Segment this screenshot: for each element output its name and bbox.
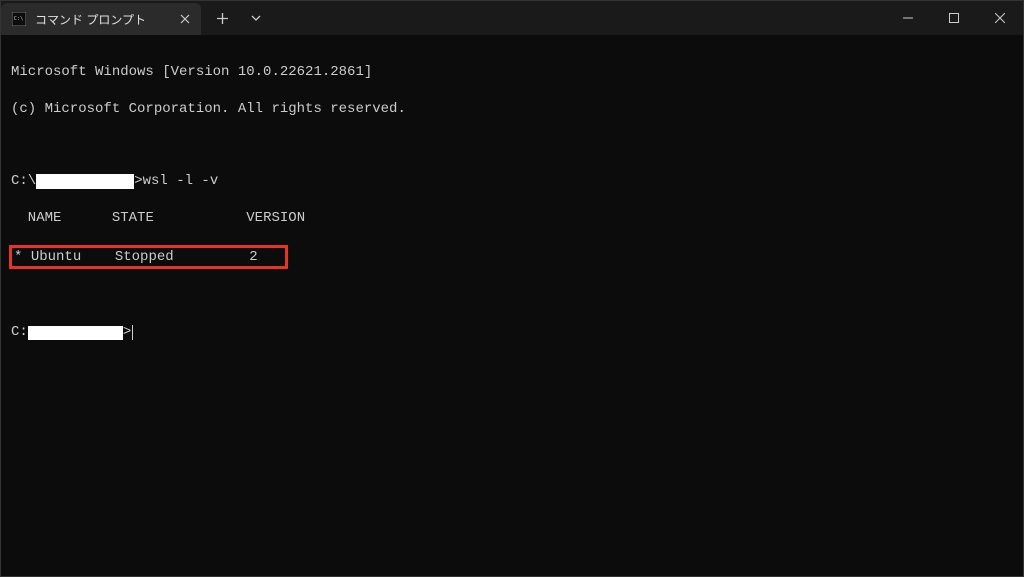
window-controls — [885, 1, 1023, 35]
titlebar-left: C:\ コマンド プロンプト — [1, 1, 271, 35]
wsl-row-line: * Ubuntu Stopped 2 — [11, 245, 1013, 269]
row-version: 2 — [249, 249, 257, 265]
redacted-path-1 — [36, 174, 134, 189]
terminal-content[interactable]: Microsoft Windows [Version 10.0.22621.28… — [1, 35, 1023, 370]
blank-line — [11, 136, 1013, 154]
redacted-path-2 — [28, 326, 123, 340]
prompt-line-1: C:\ >wsl -l -v — [11, 172, 1013, 190]
tab-title: コマンド プロンプト — [35, 11, 169, 28]
prompt2-prefix: C: — [11, 324, 28, 340]
terminal-cursor — [132, 325, 133, 340]
tab-actions — [207, 4, 271, 32]
wsl-header-line: NAME STATE VERSION — [11, 209, 1013, 227]
svg-text:C:\: C:\ — [14, 16, 23, 22]
blank-line-2 — [11, 287, 1013, 305]
terminal-tab[interactable]: C:\ コマンド プロンプト — [1, 3, 201, 35]
close-window-button[interactable] — [977, 1, 1023, 35]
prompt1-prefix: C:\ — [11, 173, 36, 189]
prompt-line-2: C: > — [11, 323, 1013, 341]
col-version: VERSION — [246, 210, 305, 226]
version-line: Microsoft Windows [Version 10.0.22621.28… — [11, 63, 1013, 81]
maximize-button[interactable] — [931, 1, 977, 35]
copyright-line: (c) Microsoft Corporation. All rights re… — [11, 100, 1013, 118]
minimize-button[interactable] — [885, 1, 931, 35]
new-tab-button[interactable] — [207, 4, 237, 32]
cmd-icon: C:\ — [11, 11, 27, 27]
row-name: Ubuntu — [31, 249, 81, 265]
prompt2-suffix: > — [123, 324, 131, 340]
tab-dropdown-button[interactable] — [241, 4, 271, 32]
row-marker: * — [14, 249, 22, 265]
col-name: NAME — [11, 210, 61, 226]
highlighted-wsl-entry: * Ubuntu Stopped 2 — [9, 245, 288, 269]
row-state: Stopped — [115, 249, 174, 265]
prompt1-command: >wsl -l -v — [134, 173, 218, 189]
col-state: STATE — [112, 210, 154, 226]
window-titlebar: C:\ コマンド プロンプト — [1, 1, 1023, 35]
tab-close-button[interactable] — [177, 11, 193, 27]
